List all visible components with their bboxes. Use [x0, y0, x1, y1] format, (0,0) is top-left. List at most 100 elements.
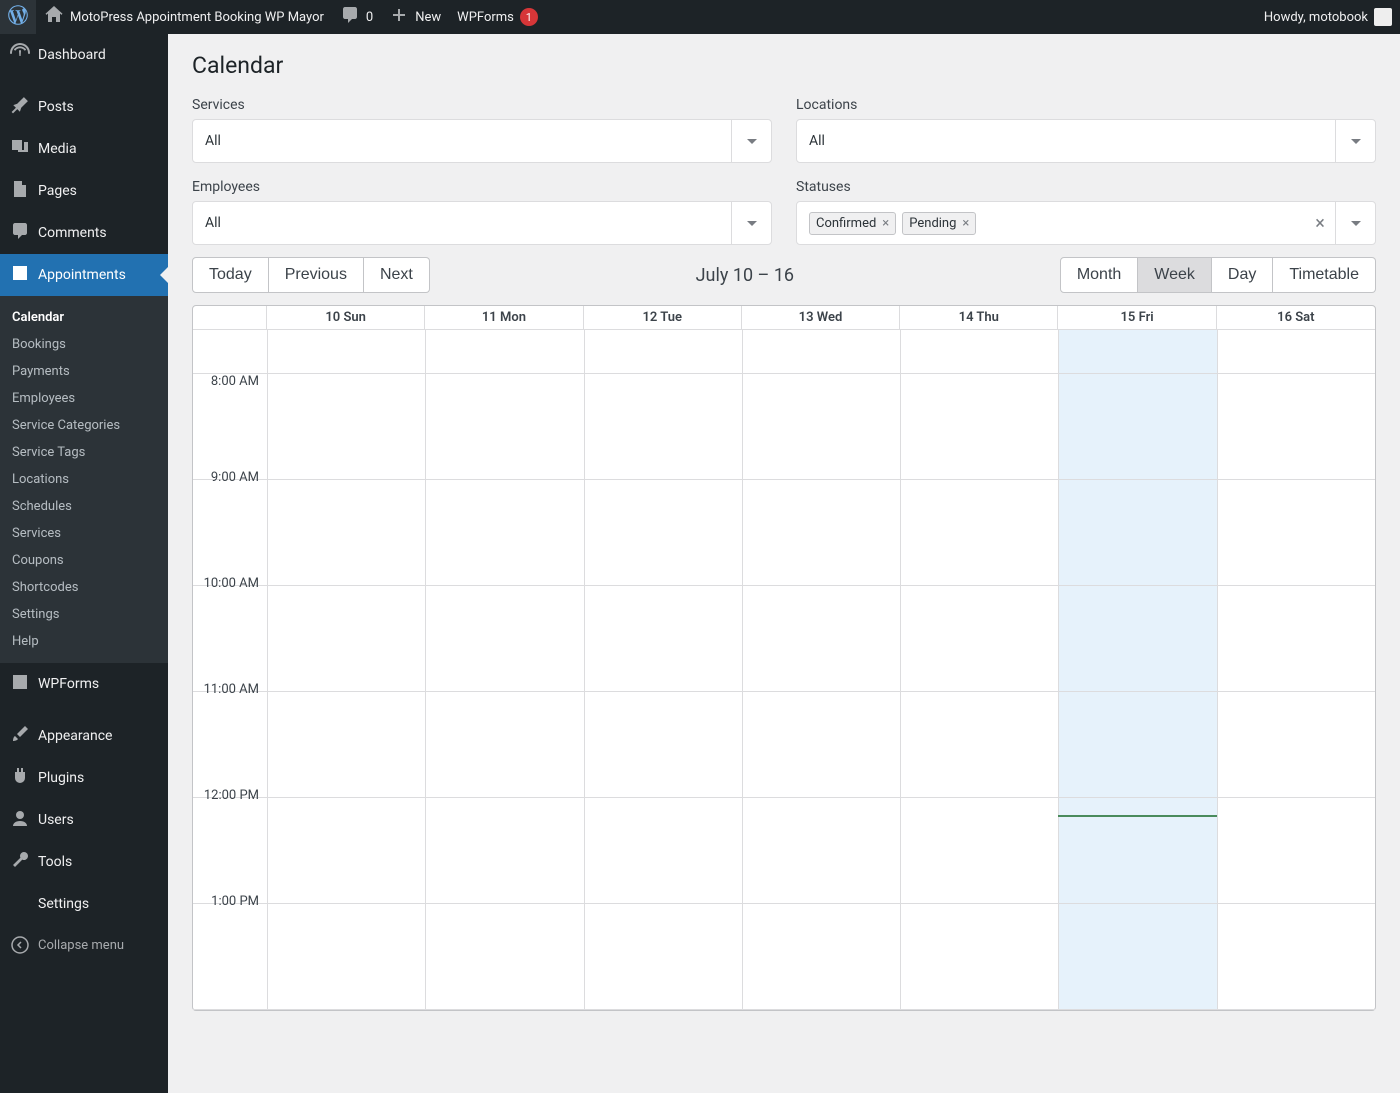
plus-icon: [389, 5, 409, 29]
sidebar-item-plugins[interactable]: Plugins: [0, 757, 168, 799]
day-header: 13 Wed: [742, 306, 900, 329]
submenu-item-payments[interactable]: Payments: [0, 358, 168, 385]
day-grid[interactable]: [267, 330, 1375, 1010]
services-select[interactable]: All: [192, 119, 772, 163]
media-icon: [10, 137, 30, 161]
submenu-item-locations[interactable]: Locations: [0, 466, 168, 493]
sidebar-item-dashboard[interactable]: Dashboard: [0, 34, 168, 76]
select-value: All: [193, 215, 731, 231]
employees-select[interactable]: All: [192, 201, 772, 245]
statuses-select[interactable]: Confirmed × Pending× ×: [796, 201, 1376, 245]
view-day-button[interactable]: Day: [1212, 257, 1273, 293]
day-column-tue[interactable]: [584, 330, 742, 1010]
calendar-body: 8:00 AM 9:00 AM 10:00 AM 11:00 AM 12:00 …: [193, 330, 1375, 1010]
submenu-item-calendar[interactable]: Calendar: [0, 304, 168, 331]
sidebar-item-comments[interactable]: Comments: [0, 212, 168, 254]
submenu-item-settings[interactable]: Settings: [0, 601, 168, 628]
day-column-mon[interactable]: [425, 330, 583, 1010]
sidebar-label: Dashboard: [38, 47, 106, 63]
view-timetable-button[interactable]: Timetable: [1273, 257, 1376, 293]
day-header: 16 Sat: [1217, 306, 1375, 329]
time-slot: 8:00 AM: [193, 374, 267, 480]
sidebar-label: Appearance: [38, 728, 112, 744]
pin-icon: [10, 95, 30, 119]
filters: Services All Locations All Employees: [192, 97, 1376, 245]
sidebar-item-wpforms[interactable]: WPForms: [0, 663, 168, 705]
locations-select[interactable]: All: [796, 119, 1376, 163]
tag-remove-icon[interactable]: ×: [882, 216, 889, 231]
filter-locations: Locations All: [796, 97, 1376, 163]
day-column-fri[interactable]: [1058, 330, 1216, 1010]
collapse-menu-button[interactable]: Collapse menu: [0, 925, 168, 965]
filter-label: Statuses: [796, 179, 1376, 195]
chevron-down-icon: [731, 120, 771, 162]
submenu-item-coupons[interactable]: Coupons: [0, 547, 168, 574]
submenu-item-shortcodes[interactable]: Shortcodes: [0, 574, 168, 601]
wpforms-link[interactable]: WPForms1: [449, 0, 546, 34]
view-week-button[interactable]: Week: [1138, 257, 1212, 293]
comment-icon: [340, 5, 360, 29]
submenu-item-service-tags[interactable]: Service Tags: [0, 439, 168, 466]
admin-bar: MotoPress Appointment Booking WP Mayor 0…: [0, 0, 1400, 34]
sidebar-item-tools[interactable]: Tools: [0, 841, 168, 883]
sidebar-label: Plugins: [38, 770, 84, 786]
next-button[interactable]: Next: [364, 257, 430, 293]
sidebar-label: Comments: [38, 225, 107, 241]
content-area: Calendar Services All Locations All: [168, 34, 1400, 1093]
day-column-sun[interactable]: [267, 330, 425, 1010]
new-content-link[interactable]: New: [381, 0, 449, 34]
clear-all-icon[interactable]: ×: [1305, 213, 1335, 234]
brush-icon: [10, 724, 30, 748]
home-icon: [44, 5, 64, 29]
sidebar-item-appearance[interactable]: Appearance: [0, 715, 168, 757]
filter-employees: Employees All: [192, 179, 772, 245]
filter-statuses: Statuses Confirmed × Pending× ×: [796, 179, 1376, 245]
day-header: 12 Tue: [584, 306, 742, 329]
sidebar-label: Appointments: [38, 267, 126, 283]
wp-logo[interactable]: [0, 0, 36, 34]
sidebar-item-admin-settings[interactable]: Settings: [0, 883, 168, 925]
day-header: 14 Thu: [900, 306, 1058, 329]
submenu-item-service-categories[interactable]: Service Categories: [0, 412, 168, 439]
collapse-label: Collapse menu: [38, 938, 124, 953]
day-column-wed[interactable]: [742, 330, 900, 1010]
avatar: [1374, 8, 1392, 26]
comments-count: 0: [366, 10, 373, 25]
all-day-slot: [193, 330, 267, 374]
submenu-item-services[interactable]: Services: [0, 520, 168, 547]
comments-link[interactable]: 0: [332, 0, 381, 34]
calendar-toolbar: Today Previous Next July 10 – 16 Month W…: [192, 257, 1376, 293]
date-range: July 10 – 16: [430, 265, 1060, 286]
view-month-button[interactable]: Month: [1060, 257, 1138, 293]
tag-remove-icon[interactable]: ×: [962, 216, 969, 231]
day-column-sat[interactable]: [1217, 330, 1375, 1010]
dashboard-icon: [10, 43, 30, 67]
sidebar-item-media[interactable]: Media: [0, 128, 168, 170]
submenu-item-employees[interactable]: Employees: [0, 385, 168, 412]
today-button[interactable]: Today: [192, 257, 269, 293]
sidebar-label: Pages: [38, 183, 77, 199]
sidebar-label: Posts: [38, 99, 74, 115]
nav-button-group: Today Previous Next: [192, 257, 430, 293]
wpforms-label: WPForms: [457, 10, 514, 25]
now-indicator: [1058, 815, 1216, 817]
submenu-item-bookings[interactable]: Bookings: [0, 331, 168, 358]
sidebar-item-pages[interactable]: Pages: [0, 170, 168, 212]
calendar-header: 10 Sun 11 Mon 12 Tue 13 Wed 14 Thu 15 Fr…: [193, 306, 1375, 330]
new-label: New: [415, 10, 441, 25]
submenu-item-schedules[interactable]: Schedules: [0, 493, 168, 520]
sidebar-item-posts[interactable]: Posts: [0, 86, 168, 128]
time-gutter-header: [193, 306, 267, 329]
user-account-link[interactable]: Howdy, motobook: [1256, 0, 1400, 34]
day-column-thu[interactable]: [900, 330, 1058, 1010]
site-link[interactable]: MotoPress Appointment Booking WP Mayor: [36, 0, 332, 34]
user-icon: [10, 808, 30, 832]
previous-button[interactable]: Previous: [269, 257, 364, 293]
page-title: Calendar: [192, 52, 1376, 79]
sidebar-item-appointments[interactable]: Appointments: [0, 254, 168, 296]
tag-label: Confirmed: [816, 216, 876, 231]
status-tag: Pending×: [902, 212, 976, 235]
select-value: All: [193, 133, 731, 149]
sidebar-item-users[interactable]: Users: [0, 799, 168, 841]
submenu-item-help[interactable]: Help: [0, 628, 168, 655]
